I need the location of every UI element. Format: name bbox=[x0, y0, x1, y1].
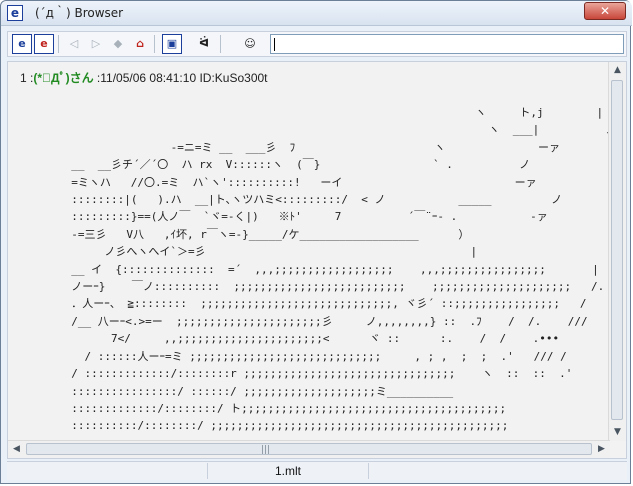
address-input[interactable] bbox=[270, 34, 624, 54]
close-button[interactable]: ✕ bbox=[584, 2, 626, 20]
scroll-up-icon[interactable]: ▲ bbox=[609, 62, 626, 79]
face-icon[interactable]: ᐛ bbox=[194, 34, 214, 54]
home-icon[interactable]: ⌂ bbox=[130, 34, 150, 54]
vertical-scrollbar[interactable]: ▲ ▼ bbox=[608, 62, 626, 441]
stop-icon[interactable]: ◆ bbox=[108, 34, 128, 54]
search-face-icon[interactable]: ☺ bbox=[240, 34, 260, 54]
post-header: 1 :(*ﾟДﾟ)さん :11/05/06 08:41:10 ID:KuSo30… bbox=[20, 71, 268, 85]
toolbar-separator bbox=[220, 35, 221, 53]
back-icon[interactable]: ◁ bbox=[64, 34, 84, 54]
status-bar: 1.mlt bbox=[7, 461, 627, 480]
toolbar: e e ◁ ▷ ◆ ⌂ ▣ ᐛ ☺ bbox=[7, 31, 627, 57]
post-datetime: 11/05/06 08:41:10 bbox=[100, 71, 197, 85]
title-bar[interactable]: e (´д｀) Browser ✕ bbox=[1, 1, 632, 26]
forward-icon[interactable]: ▷ bbox=[86, 34, 106, 54]
horizontal-scrollbar[interactable]: ◀ ||| ▶ bbox=[8, 440, 610, 458]
grip-icon: ||| bbox=[261, 445, 271, 455]
post-name[interactable]: (*ﾟДﾟ)さん bbox=[33, 71, 93, 85]
toolbar-separator bbox=[58, 35, 59, 53]
window-icon[interactable]: ▣ bbox=[162, 34, 182, 54]
post-number: 1 bbox=[20, 71, 27, 85]
app-icon: e bbox=[7, 5, 23, 21]
horizontal-scroll-thumb[interactable]: ||| bbox=[26, 443, 592, 455]
ascii-art: ヽ ト,j | ヽ ___| ノ| -=ニ=ミ __ ___彡 ﾌ ヽ ーァ _… bbox=[71, 106, 626, 433]
browser-window: e (´д｀) Browser ✕ e e ◁ ▷ ◆ ⌂ ▣ ᐛ ☺ 1 :(… bbox=[0, 0, 632, 484]
toolbar-separator bbox=[154, 35, 155, 53]
status-filename: 1.mlt bbox=[207, 463, 369, 479]
window-title: (´д｀) Browser bbox=[35, 6, 124, 20]
scroll-down-icon[interactable]: ▼ bbox=[609, 424, 626, 441]
post-id[interactable]: ID:KuSo300t bbox=[199, 71, 267, 85]
vertical-scroll-thumb[interactable] bbox=[611, 80, 623, 420]
browser-e-red-icon[interactable]: e bbox=[34, 34, 54, 54]
scroll-right-icon[interactable]: ▶ bbox=[593, 441, 610, 458]
thread-view: 1 :(*ﾟДﾟ)さん :11/05/06 08:41:10 ID:KuSo30… bbox=[7, 61, 627, 459]
scroll-left-icon[interactable]: ◀ bbox=[8, 441, 25, 458]
browser-e-icon[interactable]: e bbox=[12, 34, 32, 54]
